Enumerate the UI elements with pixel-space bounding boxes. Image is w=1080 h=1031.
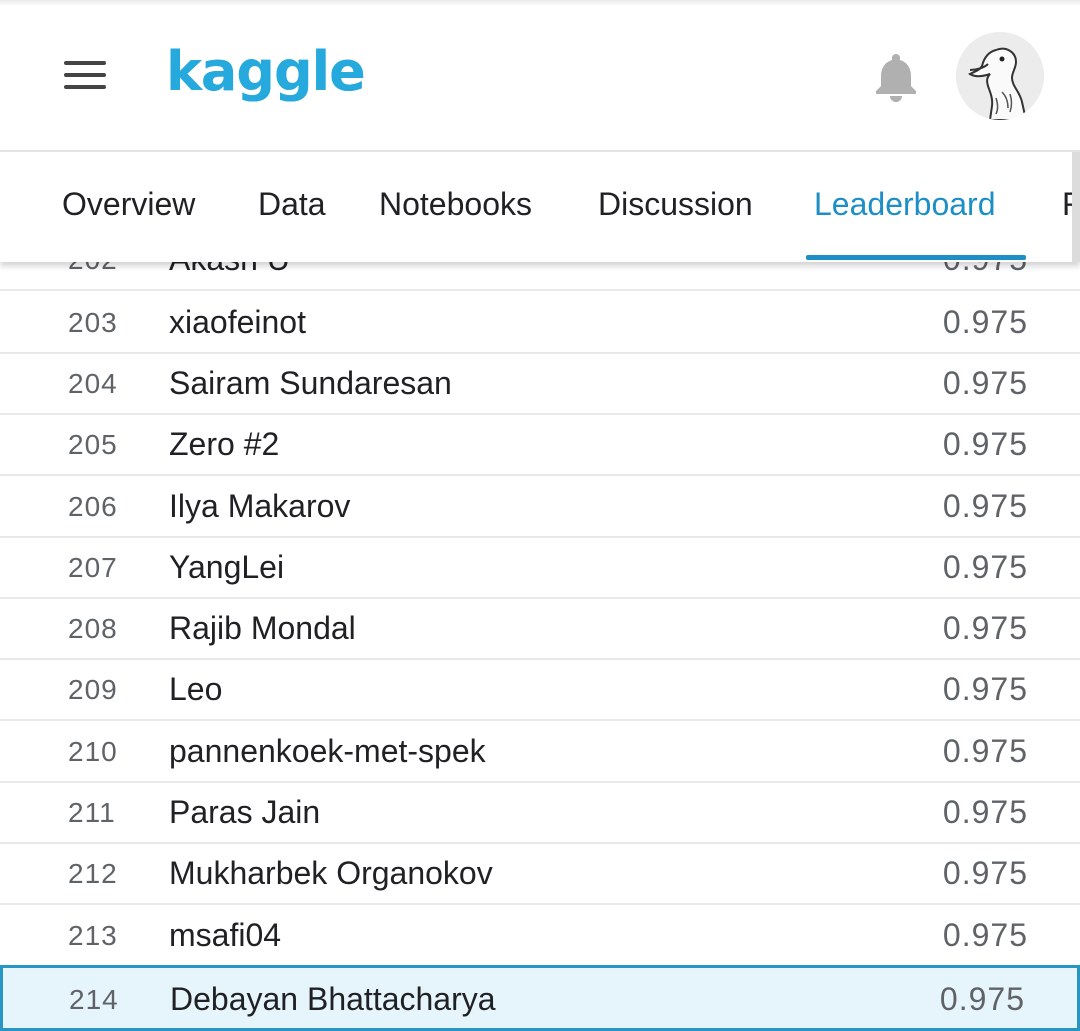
table-row-highlighted[interactable]: 214 Debayan Bhattacharya 0.975 [0,965,1080,1031]
table-row[interactable]: 205 Zero #2 0.975 [0,415,1080,476]
score-cell: 0.975 [942,855,1028,891]
table-row[interactable]: 213 msafi04 0.975 [0,906,1080,967]
rank-cell: 211 [68,797,116,828]
table-row[interactable]: 211 Paras Jain 0.975 [0,783,1080,844]
tab-discussion[interactable]: Discussion [598,186,753,223]
rank-cell: 205 [68,429,118,460]
rank-cell: 212 [68,858,118,889]
rank-cell: 203 [68,307,118,338]
table-row[interactable]: 204 Sairam Sundaresan 0.975 [0,354,1080,415]
team-name-cell[interactable]: Debayan Bhattacharya [170,981,496,1018]
rank-cell: 204 [68,368,118,399]
team-name-cell[interactable]: Leo [169,671,222,708]
team-name-cell[interactable]: Ilya Makarov [169,488,350,525]
top-header: kaggle [0,0,1080,152]
team-name-cell[interactable]: xiaofeinot [169,304,306,341]
score-cell: 0.975 [942,917,1028,953]
table-row[interactable]: 212 Mukharbek Organokov 0.975 [0,844,1080,905]
score-cell: 0.975 [942,426,1028,462]
tabs-scroll-edge [1072,152,1080,262]
team-name-cell[interactable]: Rajib Mondal [169,610,356,647]
table-row[interactable]: 206 Ilya Makarov 0.975 [0,477,1080,538]
table-row[interactable]: 207 YangLei 0.975 [0,538,1080,599]
status-shade [0,0,1080,6]
tab-data[interactable]: Data [258,186,326,223]
tab-leaderboard[interactable]: Leaderboard [814,186,995,223]
score-cell: 0.975 [942,549,1028,585]
score-cell: 0.975 [942,610,1028,646]
table-row[interactable]: 209 Leo 0.975 [0,660,1080,721]
score-cell: 0.975 [942,304,1028,340]
team-name-cell[interactable]: YangLei [169,549,284,586]
team-name-cell[interactable]: Sairam Sundaresan [169,365,452,402]
table-row[interactable]: 203 xiaofeinot 0.975 [0,293,1080,354]
score-cell: 0.975 [942,488,1028,524]
kaggle-logo[interactable]: kaggle [166,40,366,103]
rank-cell: 210 [68,736,118,767]
tab-overview[interactable]: Overview [62,186,195,223]
team-name-cell[interactable]: pannenkoek-met-spek [169,733,486,770]
score-cell: 0.975 [939,981,1025,1017]
active-tab-indicator [806,255,1026,260]
score-cell: 0.975 [942,365,1028,401]
rank-cell: 208 [68,613,118,644]
tab-notebooks[interactable]: Notebooks [379,186,532,223]
table-row[interactable]: 210 pannenkoek-met-spek 0.975 [0,722,1080,783]
team-name-cell[interactable]: Paras Jain [169,794,320,831]
team-name-cell[interactable]: Mukharbek Organokov [169,855,493,892]
avatar[interactable] [956,32,1044,120]
score-cell: 0.975 [942,733,1028,769]
menu-icon[interactable] [58,55,112,95]
rank-cell: 214 [69,984,119,1015]
bell-icon[interactable] [868,48,924,104]
tab-bar: Overview Data Notebooks Discussion Leade… [0,152,1080,262]
team-name-cell[interactable]: Zero #2 [169,426,279,463]
table-row[interactable]: 208 Rajib Mondal 0.975 [0,599,1080,660]
rank-cell: 209 [68,674,118,705]
team-name-cell[interactable]: msafi04 [169,917,281,954]
rank-cell: 213 [68,920,118,951]
rank-cell: 207 [68,552,118,583]
rank-cell: 206 [68,491,118,522]
score-cell: 0.975 [942,671,1028,707]
score-cell: 0.975 [942,794,1028,830]
